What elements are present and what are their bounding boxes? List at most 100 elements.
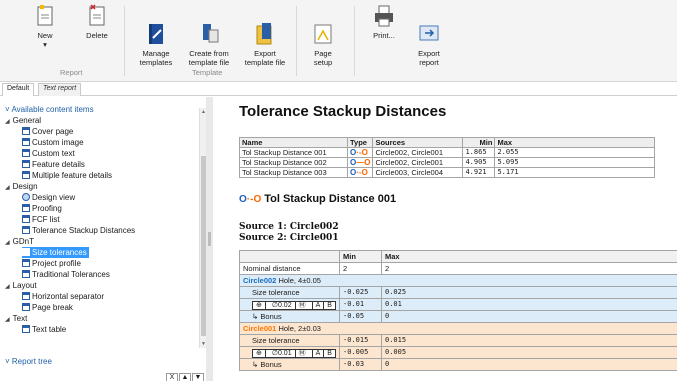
size-tol-min: -0.015 bbox=[339, 334, 382, 347]
tree-group-label: General bbox=[12, 116, 42, 125]
table-row: Tol Stackup Distance 001 O·-O Circle002,… bbox=[239, 147, 656, 158]
col-type: Type bbox=[346, 137, 374, 148]
chevron-down-icon: ˅ bbox=[5, 357, 10, 366]
col-name: Name bbox=[239, 137, 348, 148]
tab-text-report[interactable]: Text report bbox=[38, 83, 82, 96]
page-icon bbox=[22, 259, 30, 267]
report-title: Tolerance Stackup Distances bbox=[239, 103, 447, 120]
collapse-triangle-icon: ◢ bbox=[5, 240, 10, 246]
cell-max: 2.055 bbox=[494, 147, 656, 158]
tree-item-horizontal-separator[interactable]: Horizontal separator bbox=[22, 291, 104, 302]
splitter-grip[interactable] bbox=[208, 232, 211, 246]
cell-name: Tol Stackup Distance 001 bbox=[239, 147, 348, 158]
table-row: ↳ Bonus -0.05 0 bbox=[239, 310, 677, 323]
cell-min: 1.865 bbox=[462, 147, 496, 158]
tab-strip: Default Text report bbox=[0, 82, 677, 96]
tree-group-label: GDnT bbox=[12, 237, 34, 246]
page-icon bbox=[22, 215, 30, 223]
cell-max: 5.171 bbox=[494, 167, 656, 178]
tree-item-fcf-list[interactable]: FCF list bbox=[22, 214, 60, 225]
detail-header-row: Min Max bbox=[239, 250, 677, 263]
tree-item-custom-text[interactable]: Custom text bbox=[22, 148, 75, 159]
fcf-max: 0.01 bbox=[381, 298, 677, 311]
tree-item-multiple-feature-details[interactable]: Multiple feature details bbox=[22, 170, 112, 181]
tree-item-project-profile[interactable]: Project profile bbox=[22, 258, 81, 269]
page-icon bbox=[22, 138, 30, 146]
bonus-label: ↳ Bonus bbox=[239, 358, 340, 371]
create-from-template-button[interactable]: Create from template file bbox=[184, 4, 234, 67]
tree-item-text-table[interactable]: Text table bbox=[22, 324, 66, 335]
panel-splitter[interactable] bbox=[206, 97, 213, 381]
tree-item-tolerance-stackup[interactable]: Tolerance Stackup Distances bbox=[22, 225, 135, 236]
tree-item-page-break[interactable]: Page break bbox=[22, 302, 73, 313]
section-title: O·-O Tol Stackup Distance 001 bbox=[239, 193, 396, 205]
size-tol-label: Size tolerance bbox=[239, 334, 340, 347]
export-report-icon bbox=[417, 13, 441, 41]
collapse-triangle-icon: ◢ bbox=[5, 119, 10, 125]
tree-item-proofing[interactable]: Proofing bbox=[22, 203, 62, 214]
table-row: Tol Stackup Distance 003 O·-O Circle003,… bbox=[239, 167, 656, 178]
export-template-icon bbox=[253, 13, 277, 45]
cell-sources: Circle002, Circle001 bbox=[372, 147, 464, 158]
available-content-header[interactable]: ˅ Available content items bbox=[5, 105, 94, 114]
remove-button[interactable]: X bbox=[166, 373, 178, 381]
export-report-label: Export report bbox=[418, 49, 440, 67]
feature-row: Circle001 Hole, 2±0.03 bbox=[239, 322, 677, 335]
page-icon bbox=[22, 303, 30, 311]
collapse-triangle-icon: ◢ bbox=[5, 284, 10, 290]
table-row: ↳ Bonus -0.03 0 bbox=[239, 358, 677, 371]
print-button[interactable]: Print... bbox=[364, 4, 404, 40]
col-min: Min bbox=[462, 137, 496, 148]
page-icon bbox=[22, 171, 30, 179]
distance-type-icon: O—O bbox=[346, 157, 374, 168]
delete-document-icon bbox=[85, 4, 109, 28]
tree-item-size-tolerances[interactable]: Size tolerances bbox=[22, 247, 89, 258]
page-setup-button[interactable]: Page setup bbox=[306, 4, 340, 67]
new-button[interactable]: New ▾ bbox=[28, 4, 62, 49]
export-template-button[interactable]: Export template file bbox=[240, 4, 290, 67]
create-from-template-icon bbox=[197, 13, 221, 43]
table-row: Nominal distance 2 2 bbox=[239, 262, 677, 275]
new-label: New bbox=[37, 31, 53, 40]
tree-group-label: Design bbox=[12, 182, 38, 191]
feature-header: Circle002 Hole, 4±0.05 bbox=[239, 274, 677, 287]
detail-header-blank bbox=[239, 250, 340, 263]
nominal-min: 2 bbox=[339, 262, 382, 275]
delete-button[interactable]: Delete bbox=[80, 4, 114, 40]
size-tol-max: 0.015 bbox=[381, 334, 677, 347]
page-icon bbox=[22, 248, 30, 256]
feature-name: Circle001 bbox=[243, 324, 277, 333]
source-1-label: Source 1: Circle002 bbox=[239, 222, 339, 232]
cell-name: Tol Stackup Distance 002 bbox=[239, 157, 348, 168]
tree-item-custom-image[interactable]: Custom image bbox=[22, 137, 84, 148]
delete-label: Delete bbox=[86, 31, 108, 40]
report-tree-label: Report tree bbox=[11, 357, 52, 366]
tree-item-design-view[interactable]: Design view bbox=[22, 192, 75, 203]
section-title-text: Tol Stackup Distance 001 bbox=[264, 193, 397, 205]
export-report-button[interactable]: Export report bbox=[412, 4, 446, 67]
distance-type-icon: O·-O bbox=[346, 167, 374, 178]
tree-item-feature-details[interactable]: Feature details bbox=[22, 159, 85, 170]
chevron-down-icon: ▾ bbox=[43, 40, 47, 49]
page-icon bbox=[22, 226, 30, 234]
tree-item-traditional-tolerances[interactable]: Traditional Tolerances bbox=[22, 269, 110, 280]
return-arrow-icon: ↳ bbox=[252, 312, 259, 321]
page-icon bbox=[22, 149, 30, 157]
size-tol-label: Size tolerance bbox=[239, 286, 340, 299]
table-row: ⊕ ∅0.01 Ⓜ A B -0.005 0.005 bbox=[239, 346, 677, 359]
move-up-button[interactable]: ▲ bbox=[179, 373, 191, 381]
tree-item-cover-page[interactable]: Cover page bbox=[22, 126, 73, 137]
tab-default[interactable]: Default bbox=[2, 83, 35, 96]
bonus-max: 0 bbox=[381, 358, 677, 371]
report-tree-header[interactable]: ˅ Report tree bbox=[5, 357, 52, 366]
size-tol-min: -0.025 bbox=[339, 286, 382, 299]
page-setup-icon bbox=[311, 13, 335, 44]
print-label: Print... bbox=[373, 31, 395, 40]
position-symbol-icon: ⊕ bbox=[253, 302, 266, 310]
collapse-triangle-icon: ◢ bbox=[5, 185, 10, 191]
table-row: ⊕ ∅0.02 Ⓜ A B -0.01 0.01 bbox=[239, 298, 677, 311]
manage-templates-button[interactable]: Manage templates bbox=[134, 4, 178, 67]
cell-sources: Circle003, Circle004 bbox=[372, 167, 464, 178]
move-down-button[interactable]: ▼ bbox=[192, 373, 204, 381]
chevron-down-icon: ˅ bbox=[5, 105, 10, 114]
